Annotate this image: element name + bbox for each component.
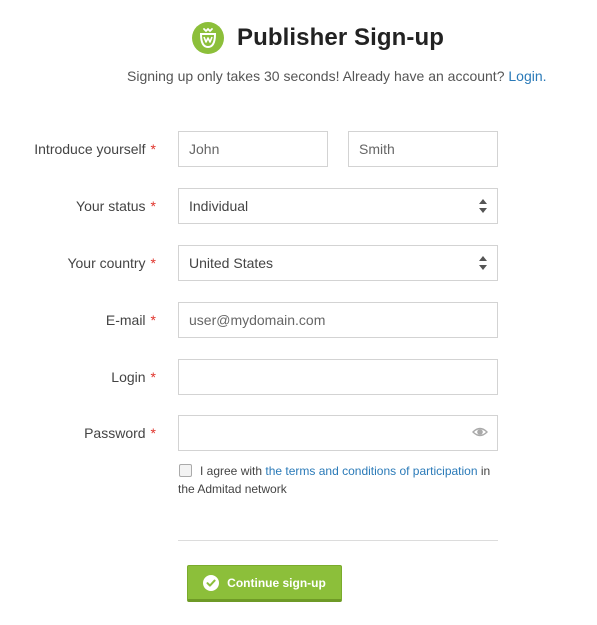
continue-signup-label: Continue sign-up xyxy=(227,575,326,590)
required-mark: * xyxy=(150,255,156,271)
login-label: Login * xyxy=(111,369,156,385)
required-mark: * xyxy=(150,425,156,441)
required-mark: * xyxy=(150,312,156,328)
terms-agreement: I agree with the terms and conditions of… xyxy=(178,462,508,498)
password-label: Password * xyxy=(84,425,156,441)
email-label: E-mail * xyxy=(105,312,156,328)
status-select[interactable]: Individual xyxy=(178,188,498,224)
country-label: Your country * xyxy=(67,255,156,271)
login-link[interactable]: Login. xyxy=(508,68,546,84)
terms-link[interactable]: the terms and conditions of participatio… xyxy=(265,464,477,478)
subtitle-text: Signing up only takes 30 seconds! Alread… xyxy=(127,68,505,84)
eye-icon[interactable] xyxy=(472,425,488,439)
email-row: E-mail * xyxy=(0,302,597,338)
status-label: Your status * xyxy=(76,198,156,214)
name-row: Introduce yourself * xyxy=(0,131,597,167)
email-field[interactable] xyxy=(178,302,498,338)
login-row: Login * xyxy=(0,359,597,395)
terms-checkbox[interactable] xyxy=(179,464,192,477)
form-divider xyxy=(178,540,498,541)
page-title: Publisher Sign-up xyxy=(237,24,445,51)
page-header: Publisher Sign-up xyxy=(192,22,444,54)
required-mark: * xyxy=(150,141,156,157)
status-selected-value: Individual xyxy=(189,198,249,214)
terms-prefix: I agree with xyxy=(200,464,263,478)
country-row: Your country * United States xyxy=(0,245,597,281)
last-name-input[interactable] xyxy=(348,131,498,167)
country-select[interactable]: United States xyxy=(178,245,498,281)
password-row: Password * xyxy=(0,415,597,451)
admitad-logo-icon xyxy=(192,22,224,54)
select-arrows-icon xyxy=(479,199,487,213)
status-row: Your status * Individual xyxy=(0,188,597,224)
check-circle-icon xyxy=(203,574,220,591)
password-input[interactable] xyxy=(178,415,498,451)
signup-subtitle: Signing up only takes 30 seconds! Alread… xyxy=(127,68,547,84)
login-input[interactable] xyxy=(178,359,498,395)
name-label: Introduce yourself * xyxy=(34,141,156,157)
country-selected-value: United States xyxy=(189,255,274,271)
select-arrows-icon xyxy=(479,256,487,270)
required-mark: * xyxy=(150,369,156,385)
required-mark: * xyxy=(150,198,156,214)
continue-signup-button[interactable]: Continue sign-up xyxy=(187,565,342,602)
first-name-input[interactable] xyxy=(178,131,328,167)
